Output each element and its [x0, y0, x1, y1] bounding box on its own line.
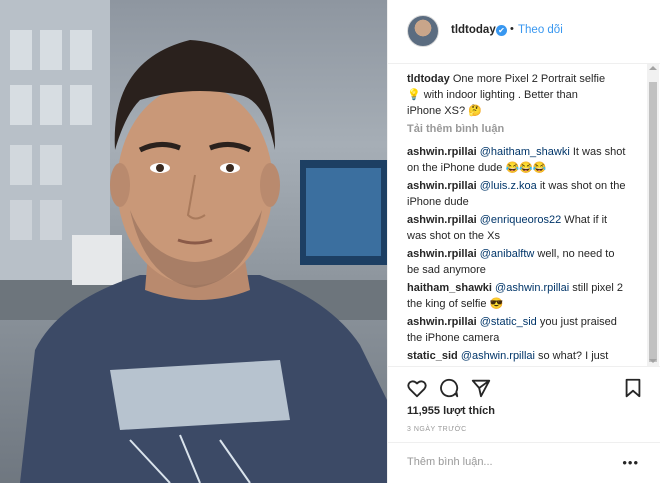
lightbulb-icon: 💡	[407, 89, 421, 101]
comment-item: static_sid @ashwin.rpillai so what? I ju…	[407, 348, 635, 364]
comment-item: ashwin.rpillai @haitham_shawki It was sh…	[407, 144, 635, 176]
comment-text: so what? I just	[534, 350, 609, 362]
header-username[interactable]: tldtoday	[451, 24, 496, 36]
comment-item: haitham_shawki @ashwin.rpillai still pix…	[407, 280, 635, 312]
action-section: 11,955 lượt thích 3 NGÀY TRƯỚC •••	[388, 366, 660, 483]
comment-mention[interactable]: @anibalftw	[480, 248, 535, 260]
comment-mention[interactable]: @enriqueoros22	[480, 214, 562, 226]
comment-mention[interactable]: @luis.z.koa	[480, 180, 537, 192]
caption-text-2: with indoor lighting . Better than	[423, 89, 578, 101]
add-comment-bar: •••	[388, 442, 660, 483]
comment-mention[interactable]: @static_sid	[480, 316, 537, 328]
post-panel: tldtoday ✔ • Theo dõi tldtoday One more …	[387, 0, 660, 483]
comment-mention[interactable]: @ashwin.rpillai	[495, 282, 569, 294]
comment-username[interactable]: ashwin.rpillai	[407, 214, 477, 226]
share-icon[interactable]	[470, 377, 492, 399]
comment-mention[interactable]: @ashwin.rpillai	[461, 350, 535, 362]
caption-username[interactable]: tldtoday	[407, 73, 450, 85]
caption-text-1: One more Pixel 2 Portrait selfie	[452, 73, 606, 85]
comment-username[interactable]: static_sid	[407, 350, 458, 362]
comment-username[interactable]: haitham_shawki	[407, 282, 492, 294]
comment-username[interactable]: ashwin.rpillai	[407, 146, 477, 158]
comment-item: ashwin.rpillai @static_sid you just prai…	[407, 314, 635, 346]
comments-scrollbar[interactable]	[647, 64, 659, 366]
comment-username[interactable]: ashwin.rpillai	[407, 180, 477, 192]
comment-item: ashwin.rpillai @luis.z.koa it was shot o…	[407, 178, 635, 210]
comment-text: well, no need to	[534, 248, 615, 260]
comment-text: What if it	[561, 214, 608, 226]
more-options-icon[interactable]: •••	[622, 455, 639, 470]
scroll-thumb[interactable]	[649, 82, 657, 362]
comment-text: it was shot on the	[536, 180, 626, 192]
caption: tldtoday One more Pixel 2 Portrait selfi…	[407, 71, 635, 119]
comment-text-cont: the iPhone camera	[407, 332, 500, 344]
load-more-comments[interactable]: Tải thêm bình luận	[407, 123, 504, 135]
follow-button[interactable]: Theo dõi	[518, 24, 563, 36]
comment-item: ashwin.rpillai @enriqueoros22 What if it…	[407, 212, 635, 244]
post-timestamp[interactable]: 3 NGÀY TRƯỚC	[407, 426, 467, 433]
comment-username[interactable]: ashwin.rpillai	[407, 248, 477, 260]
heart-icon[interactable]	[406, 377, 428, 399]
post-header: tldtoday ✔ • Theo dõi	[388, 0, 660, 64]
comment-mention[interactable]: @haitham_shawki	[480, 146, 570, 158]
comment-icon[interactable]	[438, 377, 460, 399]
comment-username[interactable]: ashwin.rpillai	[407, 316, 477, 328]
selfie-illustration	[0, 0, 387, 483]
separator-dot: •	[510, 23, 514, 35]
comments-list[interactable]: tldtoday One more Pixel 2 Portrait selfi…	[388, 64, 650, 366]
comment-text-cont: on the iPhone dude 😂😂😂	[407, 162, 547, 174]
comment-text: still pixel 2	[569, 282, 623, 294]
caption-text-3: iPhone XS? 🤔	[407, 105, 482, 117]
verified-icon: ✔	[496, 25, 507, 36]
face	[117, 85, 273, 285]
like-count[interactable]: 11,955 lượt thích	[407, 405, 495, 417]
comment-text-cont: the king of selfie 😎	[407, 298, 504, 310]
add-comment-input[interactable]	[407, 456, 607, 468]
comment-text-cont: iPhone dude	[407, 196, 469, 208]
comment-text: you just praised	[536, 316, 617, 328]
comment-text-cont: be sad anymore	[407, 264, 486, 276]
post-photo[interactable]	[0, 0, 387, 483]
comment-item: ashwin.rpillai @anibalftw well, no need …	[407, 246, 635, 278]
comment-text: It was shot	[569, 146, 626, 158]
bookmark-icon[interactable]	[622, 377, 644, 399]
scroll-up-arrow-icon[interactable]	[649, 66, 657, 70]
comment-text-cont: was shot on the Xs	[407, 230, 500, 242]
avatar[interactable]	[407, 15, 439, 47]
scroll-down-arrow-icon[interactable]	[649, 359, 657, 363]
